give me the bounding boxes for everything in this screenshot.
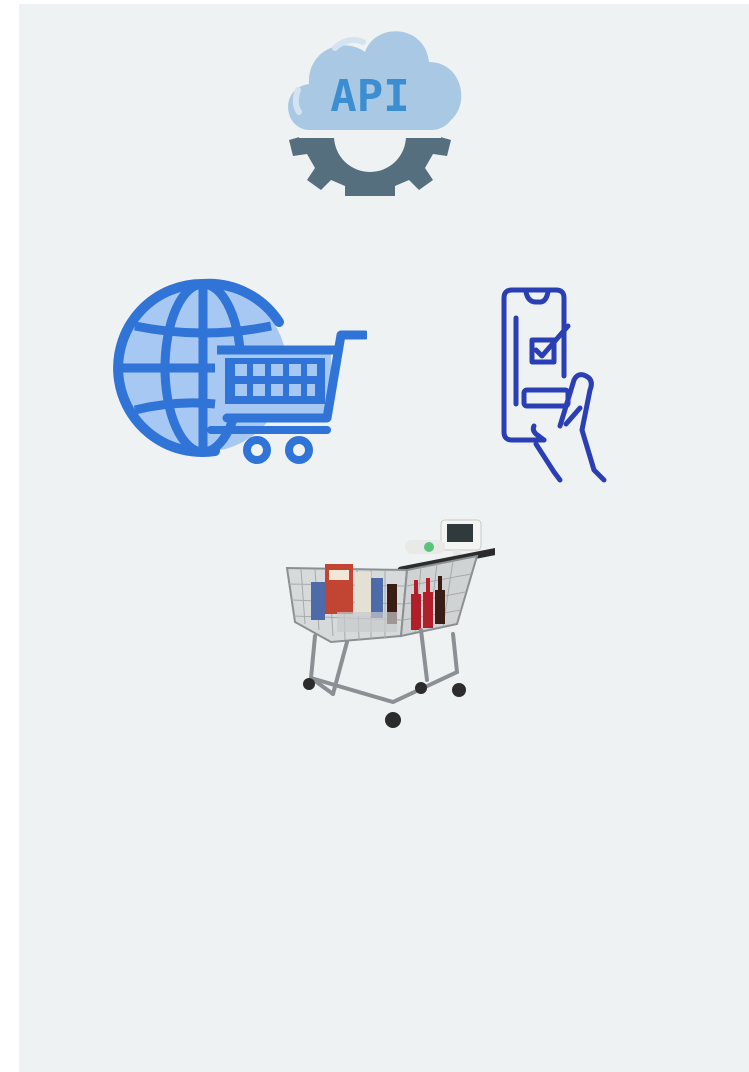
button-outline-icon <box>521 387 571 409</box>
smart-shopping-cart-image <box>271 512 507 736</box>
globe-shopping-cart-icon <box>105 268 370 466</box>
phone-icon <box>501 287 567 443</box>
mobile-checklist-icon <box>478 284 612 484</box>
api-cloud-gear-icon: API <box>265 18 475 198</box>
api-label: API <box>330 71 409 122</box>
